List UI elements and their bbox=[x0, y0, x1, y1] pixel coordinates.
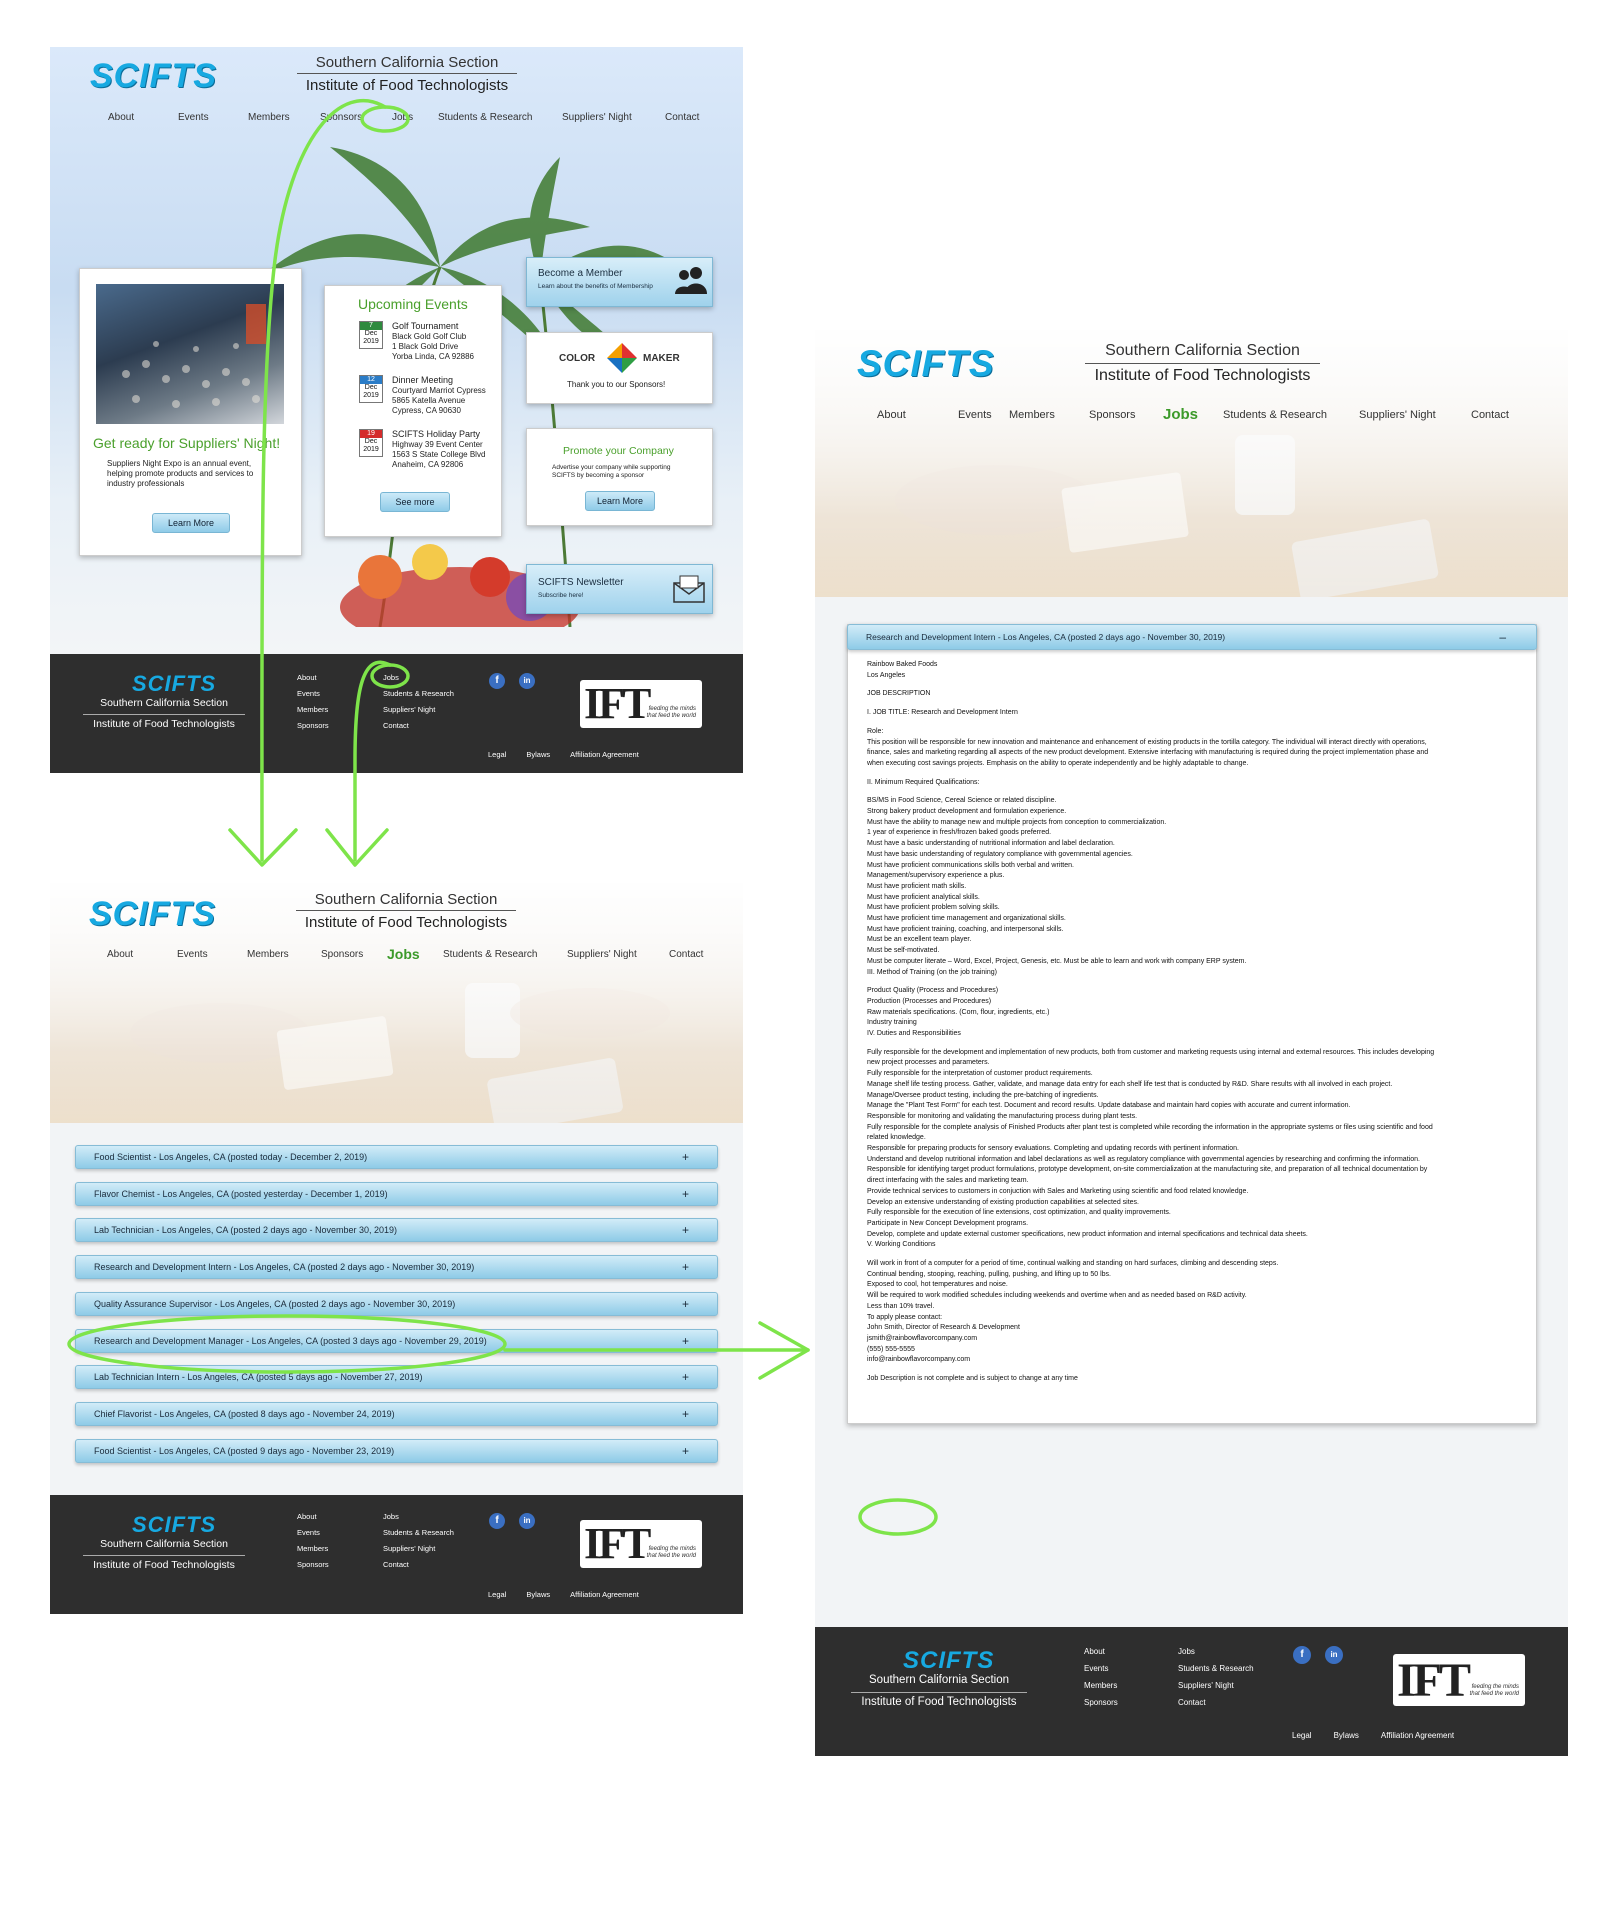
job-row-highlight bbox=[67, 1314, 507, 1374]
phone-highlight bbox=[858, 1498, 938, 1536]
arrow-head-2 bbox=[325, 828, 389, 867]
footer-jobs-highlight bbox=[370, 663, 410, 689]
jobs-nav-highlight bbox=[360, 105, 410, 133]
annotation-overlay bbox=[67, 99, 938, 1536]
arrow-from-nav bbox=[260, 99, 387, 862]
